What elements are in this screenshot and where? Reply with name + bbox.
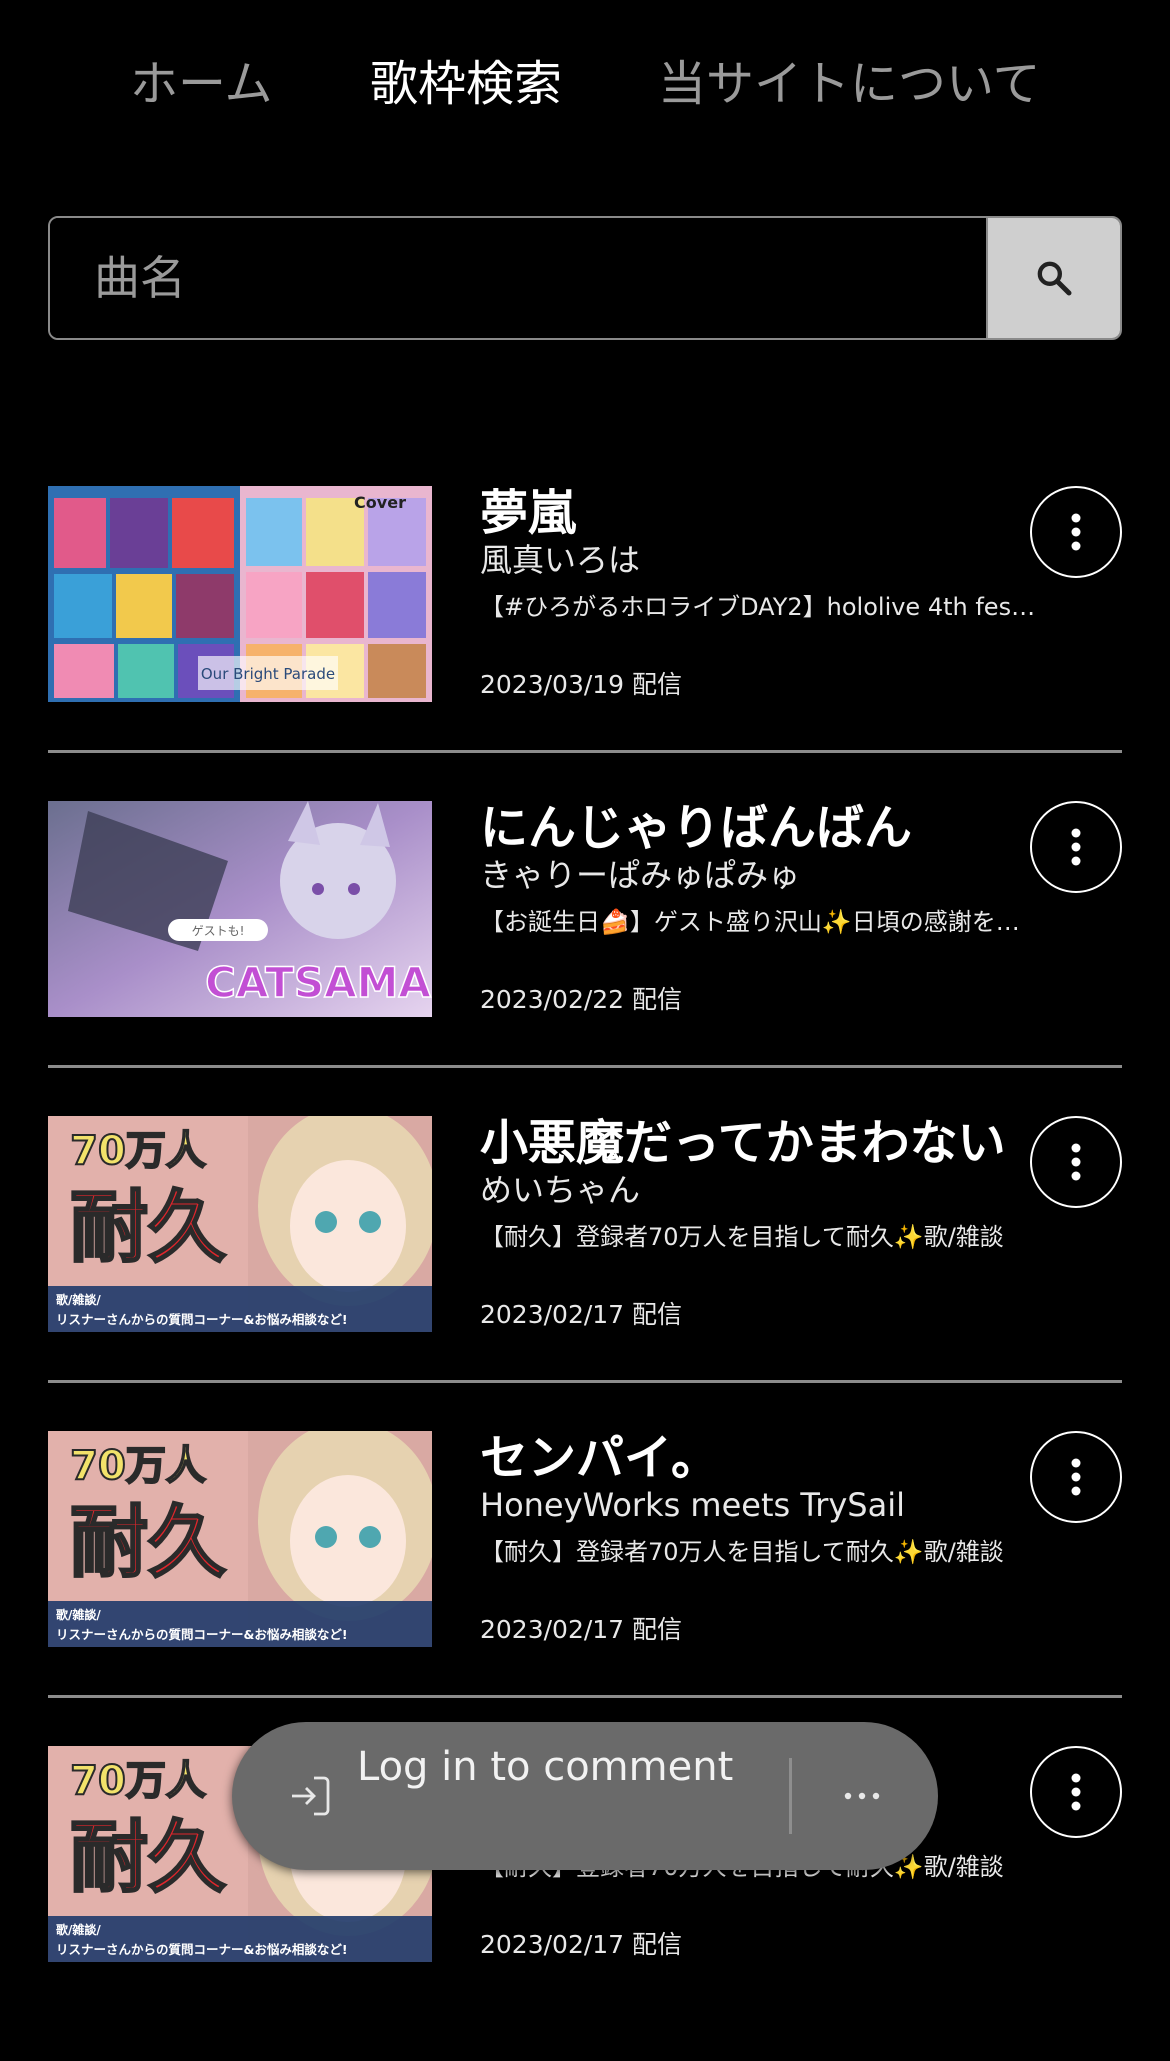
stream-date: 2023/02/17 配信 [480,1930,683,1959]
stream-title: 【お誕生日🍰】ゲスト盛り沢山✨日頃の感謝を込めて [480,908,1040,936]
login-label: Log in to comment [357,1744,734,1790]
song-thumbnail[interactable]: ゲストも! CATSAMA [48,801,432,1017]
thumbnail-caption: 歌/雑談/ [56,1292,101,1307]
pill-more-button[interactable] [812,1746,912,1846]
stream-title: 【耐久】登録者70万人を目指して耐久✨歌/雑談 [480,1223,1004,1251]
more-options-button[interactable] [1030,801,1122,893]
stream-date: 2023/03/19 配信 [480,670,683,699]
song-row[interactable]: Our Bright Parade Cover 夢嵐 風真いろは 【#ひろがるホ… [48,485,1122,801]
stream-title: 【#ひろがるホロライブDAY2】hololive 4th fes. Our Br… [480,593,1040,621]
stream-title: 【耐久】登録者70万人を目指して耐久✨歌/雑談 [480,1538,1004,1566]
stream-date: 2023/02/17 配信 [480,1615,683,1644]
song-artist: めいちゃん [480,1171,641,1209]
song-title: 小悪魔だってかまわない [480,1115,1006,1171]
login-icon [292,1776,330,1816]
search-input[interactable] [50,218,986,338]
song-artist: きゃりーぱみゅぱみゅ [480,856,801,894]
song-title: 夢嵐 [480,485,577,541]
thumbnail-caption: リスナーさんからの質問コーナー&お悩み相談など! [56,1942,348,1957]
thumbnail-caption: CATSAMA [205,958,431,1007]
nav-about[interactable]: 当サイトについて [658,52,1041,116]
thumbnail-caption: 耐久 [70,1183,226,1273]
stream-date: 2023/02/22 配信 [480,985,683,1014]
song-artist: HoneyWorks meets TrySail [480,1486,905,1524]
thumbnail-caption: 歌/雑談/ [56,1607,101,1622]
more-horizontal-icon [844,1792,880,1800]
more-vertical-icon [1071,1143,1081,1181]
song-thumbnail[interactable]: 70万人 耐久 歌/雑談/ リスナーさんからの質問コーナー&お悩み相談など! [48,1116,432,1332]
thumbnail-caption: 70万人 [70,1758,206,1804]
pill-divider [789,1758,792,1834]
thumbnail-caption: 70万人 [70,1443,206,1489]
more-options-button[interactable] [1030,1746,1122,1838]
thumbnail-caption: 70万人 [70,1128,206,1174]
thumbnail-caption: リスナーさんからの質問コーナー&お悩み相談など! [56,1312,348,1327]
nav-song-search[interactable]: 歌枠検索 [370,52,562,116]
more-options-button[interactable] [1030,486,1122,578]
song-title: にんじゃりばんばん [480,800,913,856]
thumbnail-caption: ゲストも! [192,924,245,938]
song-row[interactable]: ゲストも! CATSAMA にんじゃりばんばん きゃりーぱみゅぱみゅ 【お誕生日… [48,800,1122,1116]
song-thumbnail[interactable]: Our Bright Parade Cover [48,486,432,702]
login-comment-pill: Log in to comment [232,1722,938,1870]
song-row[interactable]: 70万人 耐久 歌/雑談/ リスナーさんからの質問コーナー&お悩み相談など! セ… [48,1430,1122,1746]
more-vertical-icon [1071,828,1081,866]
top-nav: ホーム 歌枠検索 当サイトについて [0,52,1170,116]
thumbnail-caption: 耐久 [70,1498,226,1588]
song-title: センパイ。 [480,1430,720,1486]
search-bar [48,216,1122,340]
song-artist: 風真いろは [480,541,641,579]
thumbnail-caption: 歌/雑談/ [56,1922,101,1937]
more-vertical-icon [1071,1773,1081,1811]
stream-date: 2023/02/17 配信 [480,1300,683,1329]
thumbnail-caption: Our Bright Parade [201,665,335,683]
search-icon [1037,261,1072,296]
more-options-button[interactable] [1030,1116,1122,1208]
login-to-comment-button[interactable]: Log in to comment [232,1722,792,1870]
search-button[interactable] [986,218,1120,338]
nav-home[interactable]: ホーム [130,52,273,116]
song-thumbnail[interactable]: 70万人 耐久 歌/雑談/ リスナーさんからの質問コーナー&お悩み相談など! [48,1431,432,1647]
more-vertical-icon [1071,513,1081,551]
more-vertical-icon [1071,1458,1081,1496]
song-row[interactable]: 70万人 耐久 歌/雑談/ リスナーさんからの質問コーナー&お悩み相談など! 小… [48,1115,1122,1431]
more-options-button[interactable] [1030,1431,1122,1523]
thumbnail-caption: リスナーさんからの質問コーナー&お悩み相談など! [56,1627,348,1642]
thumbnail-caption: Cover [354,493,406,512]
thumbnail-caption: 耐久 [70,1813,226,1903]
